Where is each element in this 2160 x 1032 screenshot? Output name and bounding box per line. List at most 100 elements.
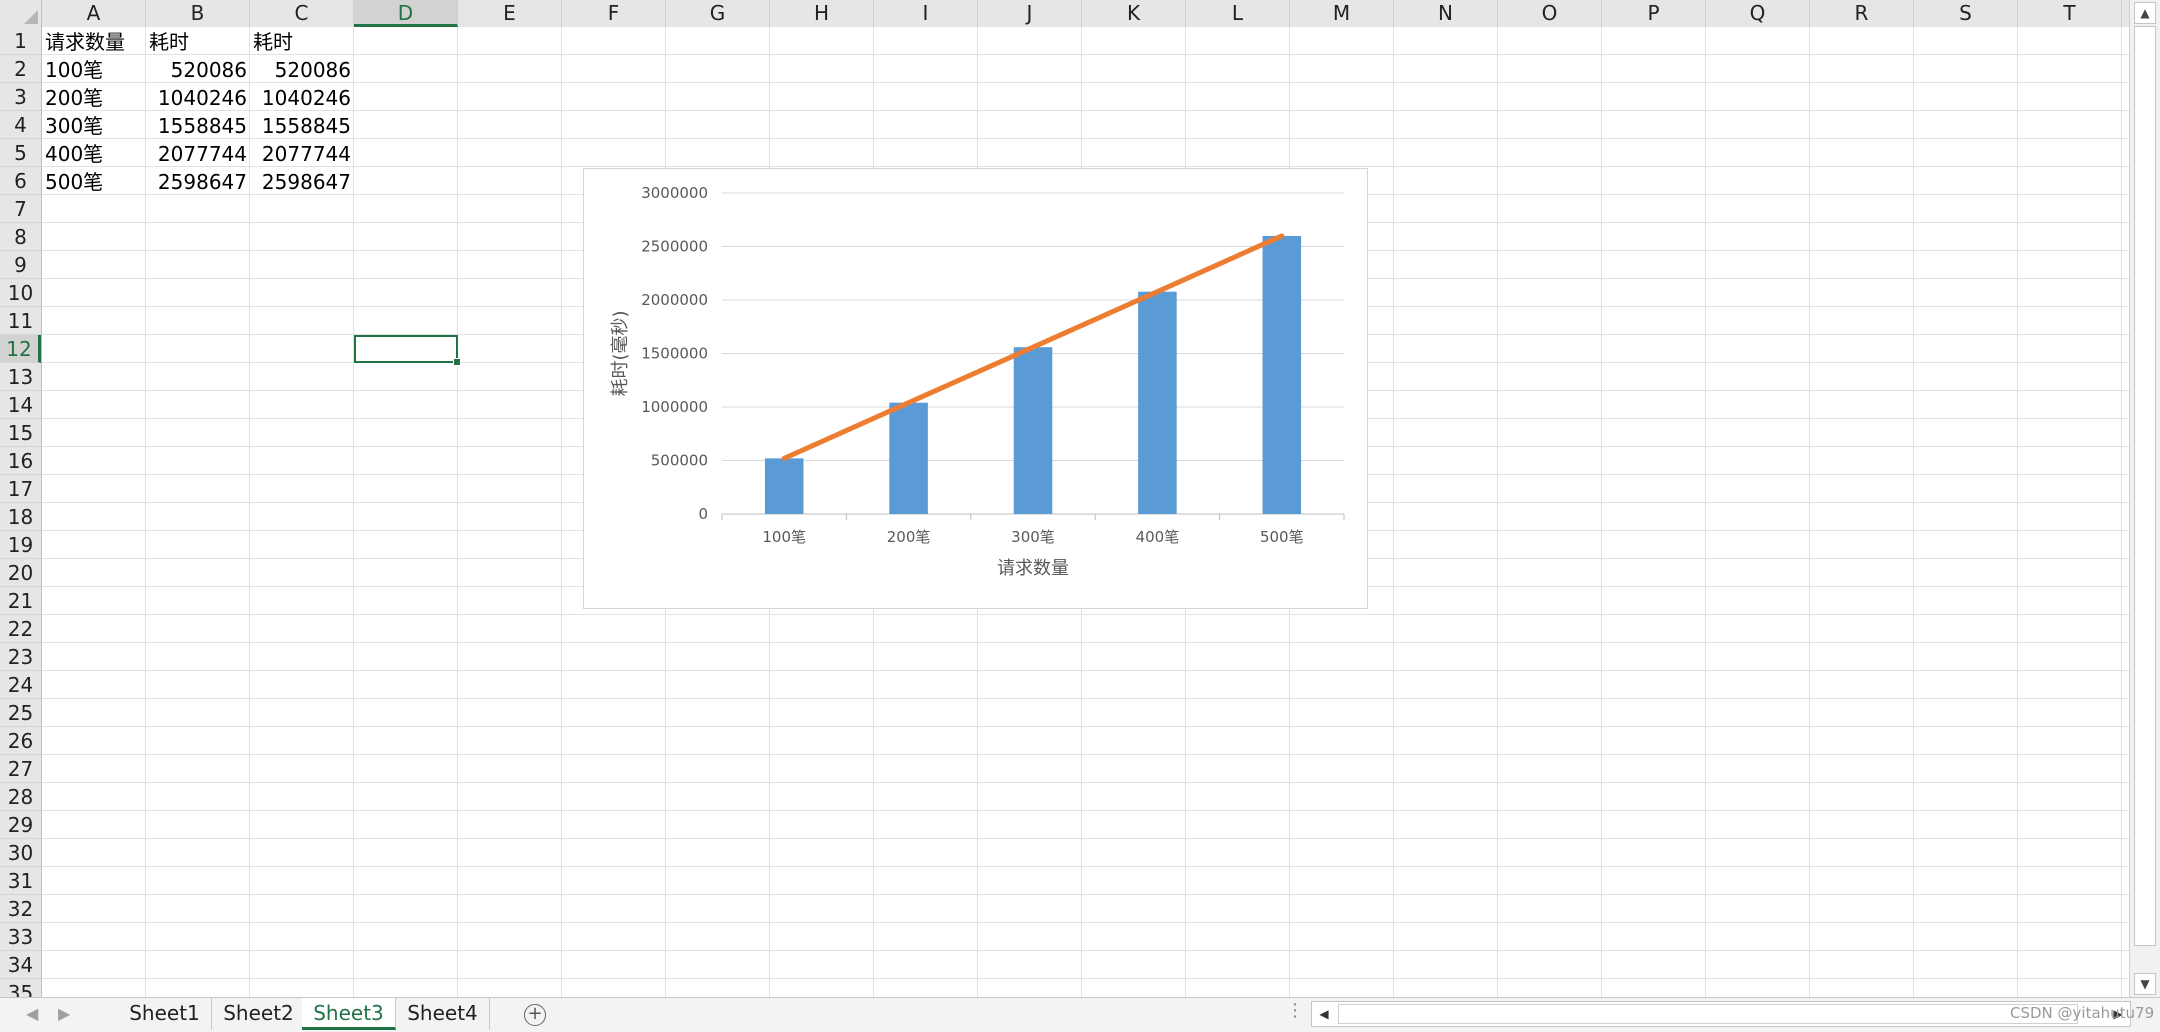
bar-500笔 [1262, 235, 1302, 514]
cell-A1[interactable]: 请求数量 [42, 27, 146, 55]
row-header-8[interactable]: 8 [0, 223, 41, 251]
column-header-Q[interactable]: Q [1706, 0, 1810, 27]
cell-C2[interactable]: 520086 [250, 55, 354, 83]
cell-B2[interactable]: 520086 [146, 55, 250, 83]
column-header-S[interactable]: S [1914, 0, 2018, 27]
column-header-N[interactable]: N [1394, 0, 1498, 27]
column-header-M[interactable]: M [1290, 0, 1394, 27]
chart[interactable]: 0 500000 1000000 1500000 2000000 2500000 30000… [583, 168, 1368, 609]
x-tick-label: 100笔 [762, 528, 806, 546]
row-header-18[interactable]: 18 [0, 503, 41, 531]
row-header-16[interactable]: 16 [0, 447, 41, 475]
cell-B4[interactable]: 1558845 [146, 111, 250, 139]
column-header-F[interactable]: F [562, 0, 666, 27]
row-header-29[interactable]: 29 [0, 811, 41, 839]
column-header-A[interactable]: A [42, 0, 146, 27]
row-header-10[interactable]: 10 [0, 279, 41, 307]
row-header-30[interactable]: 30 [0, 839, 41, 867]
cell-C3[interactable]: 1040246 [250, 83, 354, 111]
row-header-35[interactable]: 35 [0, 979, 41, 997]
row-header-1[interactable]: 1 [0, 27, 41, 55]
cell-C5[interactable]: 2077744 [250, 139, 354, 167]
cell-B3[interactable]: 1040246 [146, 83, 250, 111]
row-header-14[interactable]: 14 [0, 391, 41, 419]
cell-A5[interactable]: 400笔 [42, 139, 146, 167]
row-header-11[interactable]: 11 [0, 307, 41, 335]
x-tick-label: 500笔 [1260, 528, 1304, 546]
row-header-25[interactable]: 25 [0, 699, 41, 727]
row-header-27[interactable]: 27 [0, 755, 41, 783]
row-header-31[interactable]: 31 [0, 867, 41, 895]
tab-splitter-icon[interactable]: ⋮ [1286, 1000, 1304, 1021]
vertical-scrollbar[interactable]: ▲ ▼ [2129, 0, 2160, 997]
sheet-tab-sheet3[interactable]: Sheet3 [302, 998, 396, 1030]
column-header-B[interactable]: B [146, 0, 250, 27]
row-header-21[interactable]: 21 [0, 587, 41, 615]
next-sheet-icon[interactable]: ▶ [58, 1004, 70, 1023]
column-header-E[interactable]: E [458, 0, 562, 27]
sheet-tab-sheet2[interactable]: Sheet2 [212, 998, 306, 1030]
cell-C1[interactable]: 耗时 [250, 27, 354, 55]
fill-handle[interactable] [453, 358, 461, 366]
row-header-20[interactable]: 20 [0, 559, 41, 587]
row-header-26[interactable]: 26 [0, 727, 41, 755]
row-header-32[interactable]: 32 [0, 895, 41, 923]
cell-C4[interactable]: 1558845 [250, 111, 354, 139]
row-header-3[interactable]: 3 [0, 83, 41, 111]
row-header-7[interactable]: 7 [0, 195, 41, 223]
vertical-scroll-thumb[interactable] [2134, 26, 2156, 946]
column-header-J[interactable]: J [978, 0, 1082, 27]
cell-B5[interactable]: 2077744 [146, 139, 250, 167]
cell-A2[interactable]: 100笔 [42, 55, 146, 83]
column-header-G[interactable]: G [666, 0, 770, 27]
scroll-down-arrow-icon[interactable]: ▼ [2134, 973, 2156, 995]
cell-B1[interactable]: 耗时 [146, 27, 250, 55]
column-header-O[interactable]: O [1498, 0, 1602, 27]
cell-A6[interactable]: 500笔 [42, 167, 146, 195]
row-header-12[interactable]: 12 [0, 335, 41, 363]
column-header-K[interactable]: K [1082, 0, 1186, 27]
active-cell-D12[interactable] [354, 335, 461, 366]
y-tick-label: 3000000 [641, 184, 708, 202]
column-header-T[interactable]: T [2018, 0, 2122, 27]
add-sheet-icon[interactable]: + [524, 1004, 546, 1026]
row-header-33[interactable]: 33 [0, 923, 41, 951]
cell-A3[interactable]: 200笔 [42, 83, 146, 111]
row-header-2[interactable]: 2 [0, 55, 41, 83]
scroll-left-arrow-icon[interactable]: ◀ [1314, 1004, 1334, 1024]
column-header-H[interactable]: H [770, 0, 874, 27]
horizontal-scroll-thumb[interactable] [1338, 1004, 2078, 1024]
row-header-15[interactable]: 15 [0, 419, 41, 447]
column-header-I[interactable]: I [874, 0, 978, 27]
row-header-13[interactable]: 13 [0, 363, 41, 391]
row-header-22[interactable]: 22 [0, 615, 41, 643]
row-header-9[interactable]: 9 [0, 251, 41, 279]
row-header-6[interactable]: 6 [0, 167, 41, 195]
cell-A4[interactable]: 300笔 [42, 111, 146, 139]
row-header-28[interactable]: 28 [0, 783, 41, 811]
row-header-5[interactable]: 5 [0, 139, 41, 167]
column-header-D[interactable]: D [354, 0, 458, 27]
select-all-corner[interactable] [0, 0, 42, 27]
column-header-P[interactable]: P [1602, 0, 1706, 27]
cell-C6[interactable]: 2598647 [250, 167, 354, 195]
row-header-17[interactable]: 17 [0, 475, 41, 503]
row-header-24[interactable]: 24 [0, 671, 41, 699]
cell-grid[interactable]: 2598647 2598647 500笔 2077744 2077744 400笔 1558… [42, 27, 2129, 997]
row-header-23[interactable]: 23 [0, 643, 41, 671]
column-header-R[interactable]: R [1810, 0, 1914, 27]
prev-sheet-icon[interactable]: ◀ [26, 1004, 38, 1023]
column-header-bar: ABCDEFGHIJKLMNOPQRST [0, 0, 2129, 28]
column-header-L[interactable]: L [1186, 0, 1290, 27]
row-header-19[interactable]: 19 [0, 531, 41, 559]
bar-200笔 [889, 402, 928, 514]
watermark: CSDN @yitahutu79 [2010, 1004, 2155, 1022]
column-header-C[interactable]: C [250, 0, 354, 27]
scroll-up-arrow-icon[interactable]: ▲ [2134, 2, 2156, 24]
row-header-4[interactable]: 4 [0, 111, 41, 139]
sheet-tab-sheet4[interactable]: Sheet4 [396, 998, 490, 1030]
row-header-34[interactable]: 34 [0, 951, 41, 979]
cell-B6[interactable]: 2598647 [146, 167, 250, 195]
horizontal-scrollbar[interactable]: ◀ ▶ [1311, 1001, 2131, 1027]
sheet-tab-sheet1[interactable]: Sheet1 [118, 998, 212, 1030]
